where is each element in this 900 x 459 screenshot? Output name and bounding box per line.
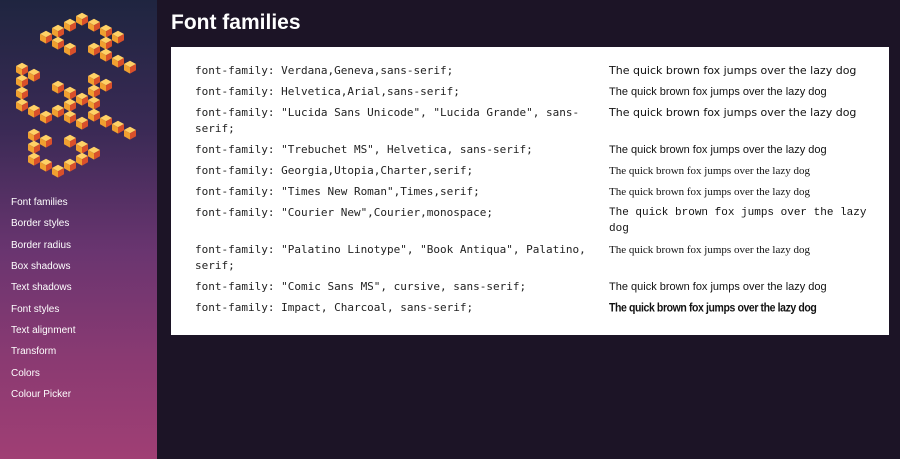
font-sample: The quick brown fox jumps over the lazy … [609,281,827,293]
table-row: font-family: Impact, Charcoal, sans-seri… [171,297,889,318]
sidebar: Font families Border styles Border radiu… [0,0,157,459]
font-family-code: font-family: Verdana,Geneva,sans-serif; [195,64,454,77]
sidebar-item-colors[interactable]: Colors [0,362,157,383]
font-family-code: font-family: "Courier New",Courier,monos… [195,206,494,219]
font-sample: The quick brown fox jumps over the lazy … [609,144,827,156]
table-row: font-family: "Times New Roman",Times,ser… [171,181,889,202]
font-family-code: font-family: Helvetica,Arial,sans-serif; [195,85,460,98]
page-title: Font families [171,11,301,34]
table-row: font-family: Georgia,Utopia,Charter,seri… [171,160,889,181]
sidebar-item-transform[interactable]: Transform [0,341,157,362]
font-sample: The quick brown fox jumps over the lazy … [609,297,889,318]
sidebar-item-border-radius[interactable]: Border radius [0,235,157,256]
font-sample-impact: The quick brown fox jumps over the lazy … [609,301,817,315]
sidebar-item-label[interactable]: Text alignment [11,325,75,336]
sidebar-item-label[interactable]: Text shadows [11,282,72,293]
font-family-code: font-family: "Times New Roman",Times,ser… [195,185,480,198]
font-sample: The quick brown fox jumps over the lazy … [609,106,857,119]
sidebar-item-label[interactable]: Transform [11,346,56,357]
sidebar-item-label[interactable]: Colour Picker [11,389,71,400]
font-sample: The quick brown fox jumps over the lazy … [609,186,811,198]
sidebar-item-font-styles[interactable]: Font styles [0,298,157,319]
sidebar-item-label[interactable]: Border radius [11,240,71,251]
font-sample: The quick brown fox jumps over the lazy … [609,86,827,98]
sidebar-item-box-shadows[interactable]: Box shadows [0,256,157,277]
table-row: font-family: "Comic Sans MS", cursive, s… [171,276,889,297]
table-row: font-family: "Palatino Linotype", "Book … [171,239,889,276]
table-row: font-family: Verdana,Geneva,sans-serif; … [171,60,889,81]
sidebar-item-label[interactable]: Colors [11,368,40,379]
font-family-table: font-family: Verdana,Geneva,sans-serif; … [171,60,889,318]
sidebar-item-text-alignment[interactable]: Text alignment [0,320,157,341]
isometric-cubes-logo-icon[interactable] [6,6,146,178]
sidebar-item-label[interactable]: Font families [11,197,68,208]
table-row: font-family: "Courier New",Courier,monos… [171,202,889,239]
sidebar-item-border-styles[interactable]: Border styles [0,213,157,234]
font-families-panel: font-family: Verdana,Geneva,sans-serif; … [171,47,889,335]
font-sample: The quick brown fox jumps over the lazy … [609,207,867,235]
sidebar-item-label[interactable]: Border styles [11,218,69,229]
font-family-code: font-family: "Lucida Sans Unicode", "Luc… [195,106,580,135]
font-sample: The quick brown fox jumps over the lazy … [609,244,811,256]
font-sample: The quick brown fox jumps over the lazy … [609,64,857,77]
font-family-code: font-family: "Trebuchet MS", Helvetica, … [195,143,533,156]
sidebar-item-label[interactable]: Font styles [11,304,59,315]
sidebar-item-text-shadows[interactable]: Text shadows [0,277,157,298]
sidebar-item-font-families[interactable]: Font families [0,192,157,213]
sidebar-nav: Font families Border styles Border radiu… [0,192,157,405]
font-family-code: font-family: "Comic Sans MS", cursive, s… [195,280,527,293]
sidebar-item-colour-picker[interactable]: Colour Picker [0,384,157,405]
font-family-code: font-family: "Palatino Linotype", "Book … [195,243,586,272]
font-family-code: font-family: Impact, Charcoal, sans-seri… [195,301,474,314]
table-row: font-family: Helvetica,Arial,sans-serif;… [171,81,889,102]
font-sample: The quick brown fox jumps over the lazy … [609,165,811,177]
sidebar-item-label[interactable]: Box shadows [11,261,70,272]
table-row: font-family: "Lucida Sans Unicode", "Luc… [171,102,889,139]
table-row: font-family: "Trebuchet MS", Helvetica, … [171,139,889,160]
font-family-code: font-family: Georgia,Utopia,Charter,seri… [195,164,474,177]
